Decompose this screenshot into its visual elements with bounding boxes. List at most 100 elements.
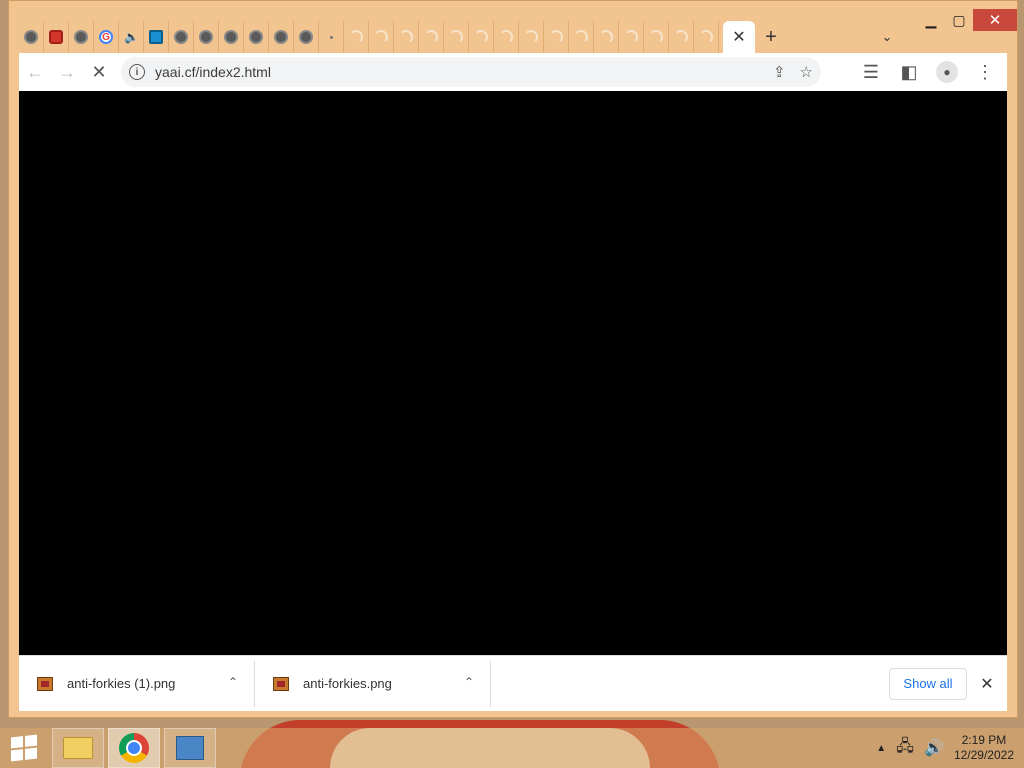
chevron-up-icon[interactable]: ⌃: [228, 675, 238, 689]
tab[interactable]: [444, 21, 469, 53]
tab[interactable]: [69, 21, 94, 53]
spinner-icon: [349, 30, 363, 44]
address-bar-actions: ⇪ ☆: [773, 57, 813, 87]
spinner-icon: [399, 30, 413, 44]
clock-date: 12/29/2022: [953, 748, 1014, 762]
tab[interactable]: G: [94, 21, 119, 53]
tab[interactable]: [169, 21, 194, 53]
download-filename: anti-forkies.png: [303, 676, 392, 691]
show-hidden-icons-icon[interactable]: ▲: [876, 743, 886, 754]
maximize-button[interactable]: ▢: [945, 9, 973, 31]
tab[interactable]: [619, 21, 644, 53]
image-file-icon: [273, 676, 289, 691]
new-tab-button[interactable]: +: [755, 21, 787, 53]
taskbar-file-explorer[interactable]: [52, 728, 104, 768]
spinner-icon: [599, 30, 613, 44]
tab[interactable]: [244, 21, 269, 53]
toolbar-right: ☰ ◧ ● ⋮: [855, 56, 1007, 88]
tab[interactable]: [519, 21, 544, 53]
tab[interactable]: [669, 21, 694, 53]
volume-icon[interactable]: 🔊: [924, 738, 944, 758]
clock[interactable]: 2:19 PM 12/29/2022: [954, 733, 1014, 763]
address-bar[interactable]: i yaai.cf/index2.html ⇪ ☆: [121, 57, 821, 87]
tab[interactable]: [544, 21, 569, 53]
chevron-down-icon: ⌄: [881, 29, 893, 44]
windows-logo-icon: [11, 734, 37, 762]
download-item[interactable]: anti-forkies (1).png ⌃: [19, 660, 255, 707]
download-item[interactable]: anti-forkies.png ⌃: [255, 660, 491, 707]
tab[interactable]: 🔈: [119, 21, 144, 53]
globe-icon: [274, 30, 288, 44]
dot-icon: [329, 35, 333, 39]
globe-icon: [299, 30, 313, 44]
forward-button[interactable]: →: [51, 56, 83, 88]
tab[interactable]: [569, 21, 594, 53]
tab[interactable]: [319, 21, 344, 53]
ticket-icon: [49, 30, 63, 44]
spinner-icon: [674, 30, 688, 44]
tab[interactable]: [19, 21, 44, 53]
network-icon: [176, 736, 204, 760]
tab-strip: G 🔈 ✕ +: [19, 21, 899, 53]
tab[interactable]: [44, 21, 69, 53]
spinner-icon: [624, 30, 638, 44]
tab[interactable]: [394, 21, 419, 53]
close-tab-icon[interactable]: ✕: [732, 27, 745, 47]
location-pin-icon: [149, 30, 163, 44]
tab[interactable]: [269, 21, 294, 53]
speaker-icon: 🔈: [124, 30, 139, 44]
tab[interactable]: [694, 21, 719, 53]
close-window-button[interactable]: ✕: [973, 9, 1017, 31]
chevron-up-icon[interactable]: ⌃: [464, 675, 474, 689]
active-tab[interactable]: ✕: [723, 21, 755, 53]
show-all-button[interactable]: Show all: [889, 667, 967, 700]
tab[interactable]: [219, 21, 244, 53]
back-button[interactable]: ←: [19, 56, 51, 88]
tab[interactable]: [419, 21, 444, 53]
share-icon[interactable]: ⇪: [773, 63, 786, 81]
tab[interactable]: [344, 21, 369, 53]
tab[interactable]: [469, 21, 494, 53]
clock-time: 2:19 PM: [961, 733, 1007, 747]
tab[interactable]: [594, 21, 619, 53]
minimize-button[interactable]: ▁: [917, 9, 945, 31]
bookmark-star-icon[interactable]: ☆: [800, 63, 813, 81]
browser-toolbar: ← → ✕ i yaai.cf/index2.html ⇪ ☆ ☰ ◧ ● ⋮: [19, 53, 1007, 91]
profile-button[interactable]: ●: [931, 56, 963, 88]
spinner-icon: [474, 30, 488, 44]
image-file-icon: [37, 676, 53, 691]
tab[interactable]: [494, 21, 519, 53]
site-info-icon[interactable]: i: [129, 64, 145, 80]
tab[interactable]: [294, 21, 319, 53]
stop-loading-button[interactable]: ✕: [83, 56, 115, 88]
globe-icon: [199, 30, 213, 44]
start-button[interactable]: [0, 728, 48, 768]
tab[interactable]: [144, 21, 169, 53]
spinner-icon: [649, 30, 663, 44]
google-icon: G: [99, 30, 113, 44]
network-status-icon[interactable]: 🖧: [896, 735, 914, 762]
download-filename: anti-forkies (1).png: [67, 676, 176, 691]
taskbar-network-app[interactable]: [164, 728, 216, 768]
side-panel-icon[interactable]: ◧: [893, 56, 925, 88]
spinner-icon: [424, 30, 438, 44]
spinner-icon: [499, 30, 513, 44]
tab-search-button[interactable]: ⌄: [875, 25, 899, 49]
globe-icon: [224, 30, 238, 44]
downloads-bar: anti-forkies (1).png ⌃ anti-forkies.png …: [19, 655, 1007, 711]
system-tray: ▲ 🖧 🔊 2:19 PM 12/29/2022: [876, 728, 1014, 768]
close-downloads-icon[interactable]: ✕: [975, 672, 999, 696]
taskbar: ▲ 🖧 🔊 2:19 PM 12/29/2022: [0, 728, 1024, 768]
menu-kebab-icon[interactable]: ⋮: [969, 56, 1001, 88]
spinner-icon: [549, 30, 563, 44]
browser-window: ▁ ▢ ✕ G 🔈 ✕ + ⌄ ← → ✕ i yaai.cf/index2.h…: [8, 0, 1018, 718]
window-caption-buttons: ▁ ▢ ✕: [917, 9, 1017, 31]
tab[interactable]: [369, 21, 394, 53]
page-content[interactable]: [19, 91, 1007, 655]
taskbar-chrome[interactable]: [108, 728, 160, 768]
reading-list-icon[interactable]: ☰: [855, 56, 887, 88]
tab[interactable]: [644, 21, 669, 53]
url-text[interactable]: yaai.cf/index2.html: [155, 64, 271, 80]
globe-icon: [24, 30, 38, 44]
tab[interactable]: [194, 21, 219, 53]
